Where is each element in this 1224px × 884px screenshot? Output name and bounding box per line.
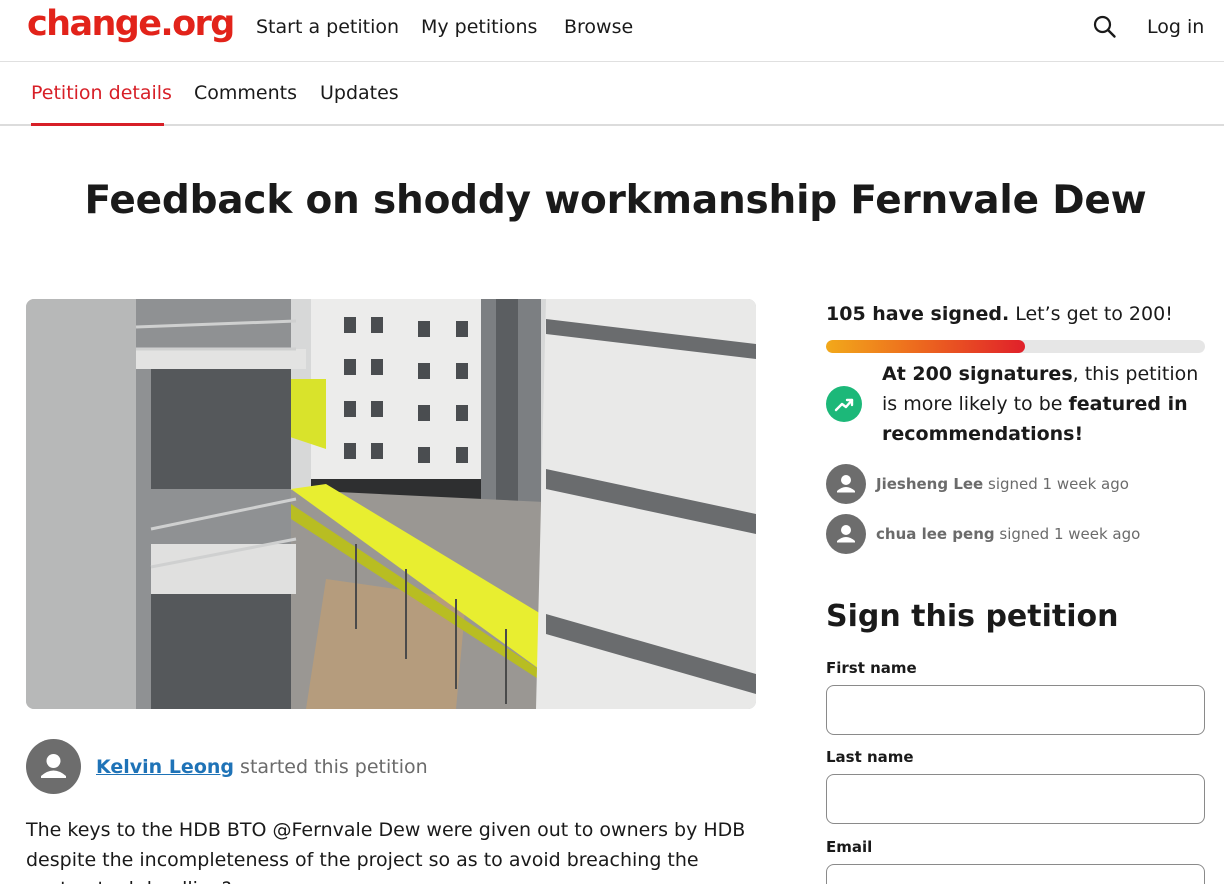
petition-description: The keys to the HDB BTO @Fernvale Dew we… bbox=[26, 819, 746, 884]
tab-updates[interactable]: Updates bbox=[320, 80, 399, 106]
trending-up-icon bbox=[826, 386, 862, 422]
tab-petition-details[interactable]: Petition details bbox=[31, 80, 172, 106]
milestone-count: At 200 signatures bbox=[882, 363, 1073, 385]
top-navigation: change.org Start a petition My petitions… bbox=[0, 0, 1224, 62]
last-name-field[interactable] bbox=[826, 774, 1205, 824]
signature-count: 105 have signed. bbox=[826, 303, 1010, 325]
nav-start-petition[interactable]: Start a petition bbox=[256, 14, 399, 40]
petition-title: Feedback on shoddy workmanship Fernvale … bbox=[84, 178, 1147, 223]
signer-text: Jiesheng Lee signed 1 week ago bbox=[876, 474, 1129, 494]
signature-goal: Let’s get to 200! bbox=[1009, 303, 1173, 325]
first-name-field[interactable] bbox=[826, 685, 1205, 735]
email-label: Email bbox=[826, 838, 873, 856]
signer-avatar bbox=[826, 464, 866, 504]
starter-suffix: started this petition bbox=[234, 756, 428, 778]
active-tab-indicator bbox=[31, 123, 164, 126]
milestone-message: At 200 signatures, this petition is more… bbox=[882, 359, 1212, 449]
signer-avatar bbox=[826, 514, 866, 554]
nav-my-petitions[interactable]: My petitions bbox=[421, 14, 537, 40]
change-org-logo[interactable]: change.org bbox=[27, 2, 235, 46]
starter-name-link[interactable]: Kelvin Leong bbox=[96, 756, 234, 778]
signature-progress-bar bbox=[826, 340, 1205, 353]
petition-tabs: Petition details Comments Updates bbox=[0, 62, 1224, 126]
starter-line: Kelvin Leong started this petition bbox=[96, 754, 428, 780]
tab-comments[interactable]: Comments bbox=[194, 80, 297, 106]
search-icon[interactable] bbox=[1092, 14, 1118, 40]
email-field[interactable] bbox=[826, 864, 1205, 884]
sign-petition-heading: Sign this petition bbox=[826, 599, 1119, 634]
petition-photo bbox=[26, 299, 756, 709]
signer-text: chua lee peng signed 1 week ago bbox=[876, 524, 1140, 544]
login-link[interactable]: Log in bbox=[1147, 14, 1204, 40]
signer-action: signed 1 week ago bbox=[983, 475, 1129, 493]
starter-avatar bbox=[26, 739, 81, 794]
nav-browse[interactable]: Browse bbox=[564, 14, 633, 40]
signer-action: signed 1 week ago bbox=[994, 525, 1141, 543]
signature-progress-fill bbox=[826, 340, 1025, 353]
signer-name: Jiesheng Lee bbox=[876, 475, 984, 493]
first-name-label: First name bbox=[826, 659, 917, 677]
signer-name: chua lee peng bbox=[876, 525, 995, 543]
last-name-label: Last name bbox=[826, 748, 914, 766]
signature-count-line: 105 have signed. Let’s get to 200! bbox=[826, 301, 1173, 327]
